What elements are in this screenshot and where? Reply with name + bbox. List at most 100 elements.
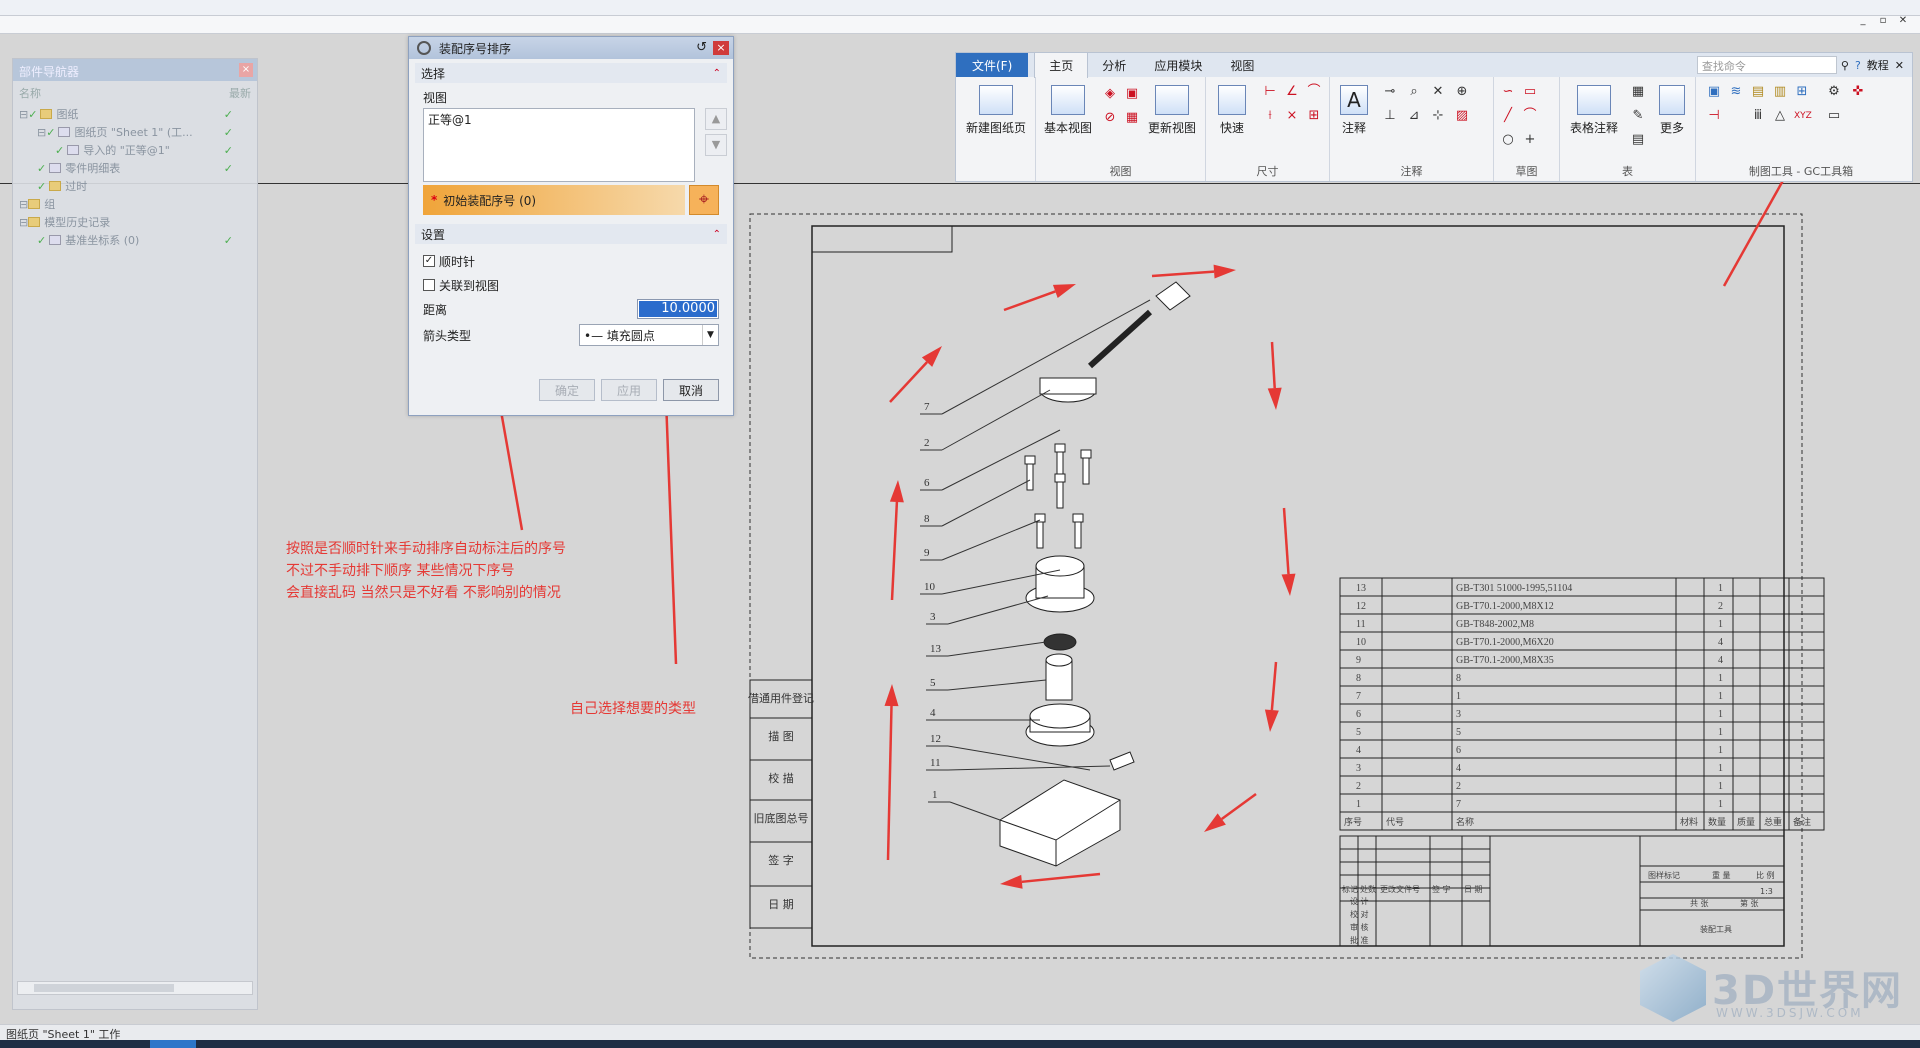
balloon-sort-dialog[interactable]: 装配序号排序 ↺ × 选择 ⌃ 视图 正等@1 ▲ ▼ * 初始装配序号 (0)… [408, 36, 734, 416]
view-listbox[interactable]: 正等@1 [423, 108, 695, 182]
help-icon[interactable]: ? [1855, 59, 1861, 72]
annot-tool-icon[interactable]: ✕ [1430, 85, 1446, 99]
tab-application[interactable]: 应用模块 [1140, 53, 1216, 78]
sketch-tool-icon[interactable]: + [1522, 133, 1538, 147]
chevron-down-icon[interactable]: ▼ [702, 325, 718, 345]
gc-tool-icon[interactable]: ▤ [1750, 85, 1766, 99]
gc-tool-icon[interactable]: ≋ [1728, 85, 1744, 99]
annot-tool-icon[interactable]: ⊹ [1430, 109, 1446, 123]
navigator-close-button[interactable]: × [239, 63, 253, 77]
dialog-titlebar[interactable]: 装配序号排序 [409, 37, 733, 59]
navigator-scrollbar[interactable] [17, 981, 253, 995]
annot-tool-icon[interactable]: ⊿ [1406, 109, 1422, 123]
view-list-item[interactable]: 正等@1 [428, 111, 690, 128]
dim-tool-icon[interactable]: ⊢ [1262, 85, 1278, 99]
crosshair-icon[interactable]: ⌖ [689, 185, 719, 215]
tree-item[interactable]: ⊟ 模型历史记录 [13, 213, 257, 231]
tutorial-link[interactable]: 教程 [1867, 57, 1889, 73]
dim-tool-icon[interactable]: ⌒ [1306, 85, 1322, 99]
tab-analysis[interactable]: 分析 [1088, 53, 1140, 78]
sketch-tool-icon[interactable]: ∽ [1500, 85, 1516, 99]
dim-tool-icon[interactable]: ⊞ [1306, 109, 1322, 123]
view-tool-icon[interactable]: ◈ [1102, 87, 1118, 101]
note-button[interactable]: A 注释 [1334, 85, 1374, 136]
tree-item[interactable]: ⊟ 组 [13, 195, 257, 213]
view-tool-icon[interactable]: ▦ [1124, 111, 1140, 125]
table-note-button[interactable]: 表格注释 [1564, 85, 1624, 136]
cancel-button[interactable]: 取消 [663, 379, 719, 401]
sketch-tool-icon[interactable]: ▭ [1522, 85, 1538, 99]
view-tool-icon[interactable]: ▣ [1124, 87, 1140, 101]
move-down-button[interactable]: ▼ [705, 134, 727, 156]
col-name[interactable]: 名称 [19, 85, 41, 101]
distance-value[interactable]: 10.0000 [639, 301, 717, 317]
annot-tool-icon[interactable]: ⌕ [1406, 85, 1422, 99]
tree-item[interactable]: ✓ 过时 [13, 177, 257, 195]
expand-icon[interactable]: ⊟ [19, 108, 28, 121]
tree-item[interactable]: ⊟ ✓ 图纸 ✓ [13, 105, 257, 123]
settings-section-header[interactable]: 设置 ⌃ [415, 224, 727, 244]
annot-tool-icon[interactable]: ⊕ [1454, 85, 1470, 99]
gc-tool-icon[interactable]: ✜ [1850, 85, 1866, 99]
command-search-input[interactable]: 查找命令 [1696, 56, 1837, 74]
gc-tool-icon[interactable]: ⅲ [1750, 109, 1766, 123]
gc-tool-icon[interactable]: ▭ [1826, 109, 1842, 123]
collapse-icon[interactable]: ⌃ [713, 229, 721, 240]
dim-tool-icon[interactable]: ⟊ [1262, 109, 1278, 123]
sketch-tool-icon[interactable]: ╱ [1500, 109, 1516, 123]
assoc-view-checkbox[interactable] [423, 279, 435, 291]
more-button[interactable]: 更多 [1652, 85, 1692, 136]
table-tool-icon[interactable]: ▤ [1630, 133, 1646, 147]
xyz-icon[interactable]: XYZ [1794, 109, 1812, 123]
clockwise-checkbox[interactable]: ✓ [423, 255, 435, 267]
annot-tool-icon[interactable]: ⊥ [1382, 109, 1398, 123]
close-icon[interactable]: ✕ [1895, 59, 1904, 72]
ok-button[interactable]: 确定 [539, 379, 595, 401]
distance-input[interactable]: 10.0000 [637, 299, 719, 319]
dialog-close-button[interactable]: × [713, 41, 729, 55]
collapse-icon[interactable]: ⌃ [713, 68, 721, 79]
expand-icon[interactable]: ⊟ [19, 216, 28, 229]
tree-item[interactable]: ✓ 基准坐标系 (0) ✓ [13, 231, 257, 249]
search-icon[interactable]: ⚲ [1841, 59, 1849, 72]
base-view-button[interactable]: 基本视图 [1040, 85, 1096, 136]
assoc-view-row[interactable]: 关联到视图 [415, 274, 727, 296]
sketch-tool-icon[interactable]: ○ [1500, 133, 1516, 147]
tab-view[interactable]: 视图 [1216, 53, 1268, 78]
tree-item[interactable]: ✓ 零件明细表 ✓ [13, 159, 257, 177]
tab-file[interactable]: 文件(F) [956, 53, 1029, 77]
expand-icon[interactable]: ⊟ [37, 126, 46, 139]
select-section-header[interactable]: 选择 ⌃ [415, 63, 727, 83]
annot-tool-icon[interactable]: ▨ [1454, 109, 1470, 123]
move-up-button[interactable]: ▲ [705, 108, 727, 130]
reset-icon[interactable]: ↺ [696, 40, 707, 55]
expand-icon[interactable]: ⊟ [19, 198, 28, 211]
dim-tool-icon[interactable]: ∠ [1284, 85, 1300, 99]
dim-tool-icon[interactable]: ⨯ [1284, 109, 1300, 123]
quick-dim-button[interactable]: 快速 [1210, 85, 1254, 136]
gc-tool-icon[interactable]: ⚙ [1826, 85, 1842, 99]
navigator-tree[interactable]: ⊟ ✓ 图纸 ✓ ⊟ ✓ 图纸页 "Sheet 1" (工... ✓ ✓ 导入的 "正等@1… [13, 105, 257, 249]
annot-tool-icon[interactable]: ⊸ [1382, 85, 1398, 99]
col-latest[interactable]: 最新 [229, 85, 251, 101]
table-tool-icon[interactable]: ▦ [1630, 85, 1646, 99]
ribbon[interactable]: 文件(F) 主页 分析 应用模块 视图 查找命令 ⚲ ? 教程 ✕ 新建图纸页 … [955, 52, 1913, 182]
part-navigator[interactable]: 部件导航器 × 名称 最新 ⊟ ✓ 图纸 ✓ ⊟ ✓ 图纸页 "Sheet 1" (工.… [12, 58, 258, 1010]
gc-tool-icon[interactable]: ⊣ [1706, 109, 1722, 123]
clockwise-row[interactable]: ✓ 顺时针 [415, 250, 727, 272]
tab-home[interactable]: 主页 [1034, 52, 1089, 78]
arrow-type-select[interactable]: •— 填充圆点 ▼ [579, 324, 719, 346]
apply-button[interactable]: 应用 [601, 379, 657, 401]
view-tool-icon[interactable]: ⊘ [1102, 111, 1118, 125]
tree-item[interactable]: ⊟ ✓ 图纸页 "Sheet 1" (工... ✓ [13, 123, 257, 141]
gc-tool-icon[interactable]: ▥ [1772, 85, 1788, 99]
gc-tool-icon[interactable]: △ [1772, 109, 1788, 123]
new-sheet-button[interactable]: 新建图纸页 [964, 85, 1028, 136]
taskbar-active-item[interactable] [150, 1040, 196, 1048]
gc-tool-icon[interactable]: ▣ [1706, 85, 1722, 99]
tree-item[interactable]: ✓ 导入的 "正等@1" ✓ [13, 141, 257, 159]
initial-balloon-selector[interactable]: * 初始装配序号 (0) [423, 185, 685, 215]
update-view-button[interactable]: 更新视图 [1144, 85, 1200, 136]
table-tool-icon[interactable]: ✎ [1630, 109, 1646, 123]
sketch-tool-icon[interactable]: ⌒ [1522, 109, 1538, 123]
